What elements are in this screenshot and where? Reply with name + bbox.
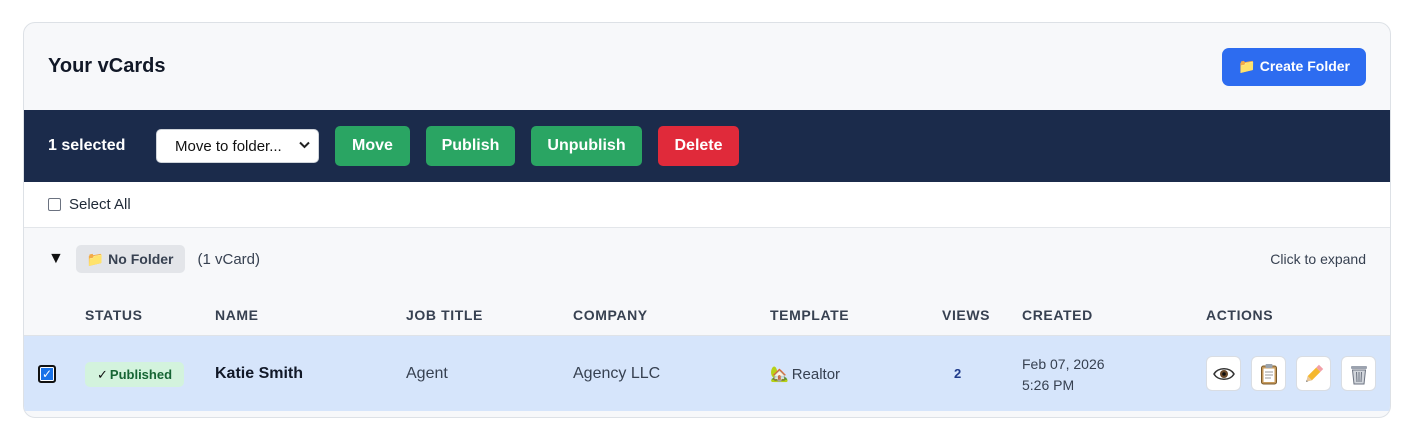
- trash-icon: [1350, 365, 1367, 384]
- delete-row-button[interactable]: [1341, 356, 1376, 391]
- column-header-actions: ACTIONS: [1206, 307, 1274, 323]
- move-button[interactable]: Move: [335, 126, 410, 166]
- column-header-job-title: JOB TITLE: [406, 307, 483, 323]
- row-checkbox[interactable]: ✓: [38, 365, 56, 383]
- page-title: Your vCards: [48, 55, 166, 77]
- status-badge: ✓ Published: [85, 362, 185, 387]
- column-header-status: STATUS: [85, 307, 143, 323]
- column-header-company: COMPANY: [573, 307, 648, 323]
- column-header-views: VIEWS: [942, 307, 991, 323]
- status-text: Published: [109, 367, 173, 382]
- created-time: 5:26 PM: [1022, 377, 1075, 393]
- created-date: Feb 07, 2026: [1022, 356, 1105, 372]
- card-header: Your vCards 📁 Create Folder: [24, 23, 1390, 110]
- delete-button[interactable]: Delete: [658, 126, 739, 166]
- vcard-views: 2: [954, 366, 962, 381]
- vcard-template: 🏡 Realtor: [770, 365, 841, 384]
- vcard-name: Katie Smith: [215, 365, 304, 382]
- chevron-down-icon: [299, 140, 310, 152]
- view-button[interactable]: [1206, 356, 1241, 391]
- select-all-label[interactable]: Select All: [69, 196, 131, 213]
- table-row[interactable]: ✓ ✓ Published Katie Smith Agent Agency L…: [24, 336, 1390, 411]
- folder-name-chip: 📁 No Folder: [75, 245, 185, 273]
- collapse-caret-icon[interactable]: ▼: [48, 250, 64, 268]
- vcards-card: Your vCards 📁 Create Folder 1 selected M…: [23, 22, 1391, 418]
- edit-button[interactable]: [1296, 356, 1331, 391]
- column-header-created: CREATED: [1022, 307, 1093, 323]
- eye-icon: [1212, 367, 1235, 380]
- folder-vcard-count: (1 vCard): [197, 250, 261, 268]
- expand-hint: Click to expand: [1270, 251, 1366, 267]
- selected-count: 1 selected: [48, 137, 126, 154]
- pencil-icon: [1305, 364, 1323, 382]
- unpublish-button[interactable]: Unpublish: [531, 126, 642, 166]
- column-header-template: TEMPLATE: [770, 307, 850, 323]
- folder-select-value: Move to folder...: [175, 137, 282, 155]
- folder-group-header[interactable]: ▼ 📁 No Folder (1 vCard) Click to expand: [24, 228, 1390, 290]
- select-all-checkbox[interactable]: [48, 198, 61, 211]
- bulk-actions-bar: 1 selected Move to folder... Move Publis…: [24, 110, 1390, 182]
- select-all-row: Select All: [24, 182, 1390, 228]
- template-name: Realtor: [791, 365, 841, 383]
- copy-button[interactable]: [1251, 356, 1286, 391]
- check-icon: ✓: [97, 366, 108, 382]
- vcard-job-title: Agent: [406, 365, 448, 382]
- column-header-name: NAME: [215, 307, 259, 323]
- row-actions: [1206, 356, 1376, 391]
- table-header: STATUS NAME JOB TITLE COMPANY TEMPLATE V…: [24, 290, 1390, 336]
- house-icon: 🏡: [770, 366, 789, 383]
- clipboard-icon: [1260, 363, 1277, 384]
- publish-button[interactable]: Publish: [426, 126, 515, 166]
- create-folder-button[interactable]: 📁 Create Folder: [1222, 47, 1366, 86]
- vcard-created: Feb 07, 2026 5:26 PM: [1022, 354, 1105, 396]
- move-to-folder-select[interactable]: Move to folder...: [156, 129, 319, 163]
- vcard-company: Agency LLC: [573, 365, 661, 382]
